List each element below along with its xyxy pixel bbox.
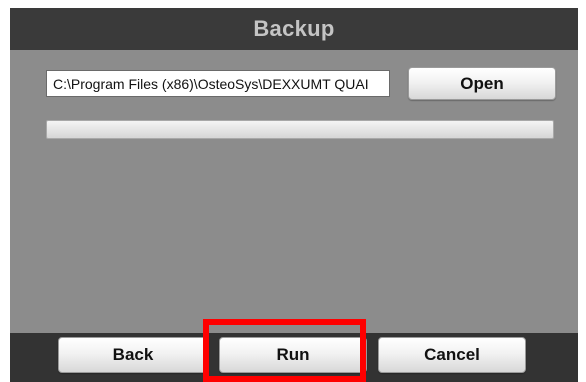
- backup-dialog: Backup C:\Program Files (x86)\OsteoSys\D…: [10, 8, 578, 382]
- dialog-title: Backup: [253, 16, 335, 41]
- screenshot-canvas: Backup C:\Program Files (x86)\OsteoSys\D…: [0, 0, 586, 382]
- cancel-button[interactable]: Cancel: [378, 337, 526, 373]
- run-button[interactable]: Run: [219, 337, 367, 373]
- open-button[interactable]: Open: [408, 67, 556, 100]
- title-bar: Backup: [10, 8, 578, 50]
- backup-path-field[interactable]: C:\Program Files (x86)\OsteoSys\DEXXUMT …: [46, 70, 390, 97]
- back-button[interactable]: Back: [58, 337, 208, 373]
- progress-bar: [46, 120, 554, 139]
